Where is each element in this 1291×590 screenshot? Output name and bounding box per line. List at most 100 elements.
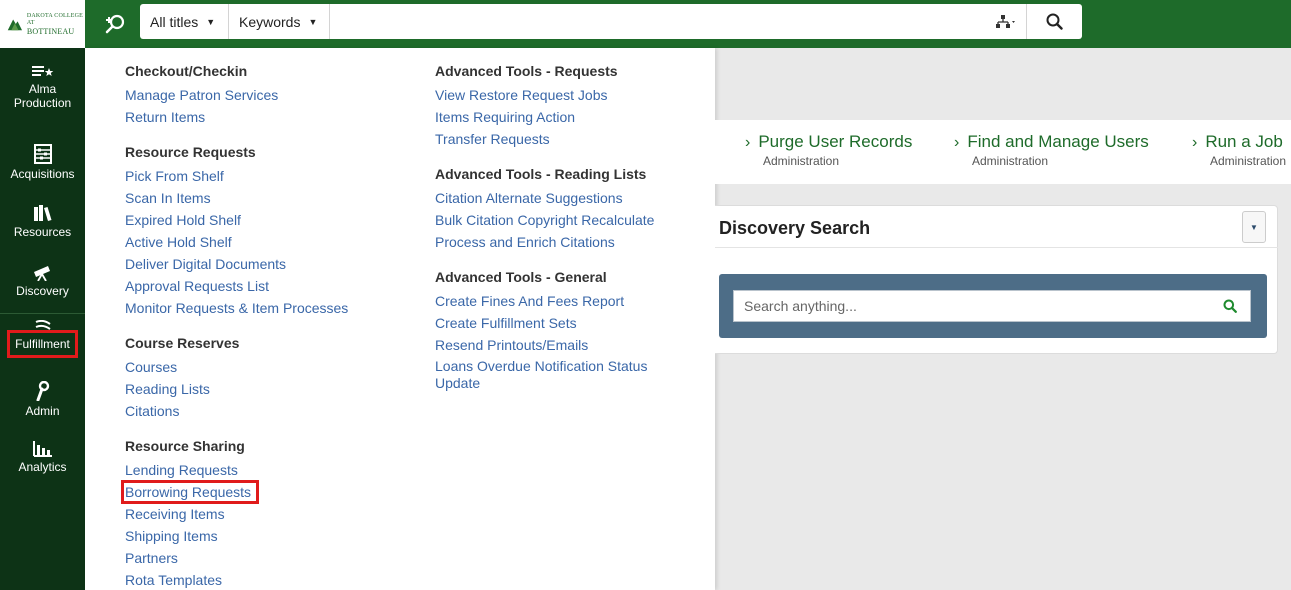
nav-item-acquisitions[interactable]: Acquisitions bbox=[0, 144, 85, 181]
menu-group-title: Course Reserves bbox=[125, 335, 240, 351]
menu-group-title: Advanced Tools - General bbox=[435, 269, 607, 285]
menu-item-citation-alternate-suggestions[interactable]: Citation Alternate Suggestions bbox=[435, 187, 654, 209]
menu-item-process-and-enrich-citations[interactable]: Process and Enrich Citations bbox=[435, 231, 654, 253]
menu-item-manage-patron-services[interactable]: Manage Patron Services bbox=[125, 84, 348, 106]
quick-link-run-a-job[interactable]: › Run a Job Administration bbox=[1192, 132, 1286, 169]
menu-item-borrowing-requests-label: Borrowing Requests bbox=[121, 480, 260, 504]
menu-item-monitor-requests[interactable]: Monitor Requests & Item Processes bbox=[125, 297, 348, 319]
books-icon bbox=[33, 205, 51, 221]
logo-text-line1: DAKOTA COLLEGE AT bbox=[26, 12, 83, 26]
menu-item-resend-printouts-emails[interactable]: Resend Printouts/Emails bbox=[435, 334, 654, 356]
nav-item-discovery[interactable]: Discovery bbox=[0, 265, 85, 298]
search-scope-dropdown[interactable]: All titles ▼ bbox=[140, 4, 229, 39]
advanced-search-icon bbox=[105, 14, 125, 34]
nav-label: Acquisitions bbox=[10, 167, 75, 181]
chevron-right-icon: › bbox=[1192, 134, 1198, 151]
quick-link-subtitle: Administration bbox=[972, 154, 1049, 168]
menu-item-courses[interactable]: Courses bbox=[125, 356, 348, 378]
menu-item-create-fines-and-fees-report[interactable]: Create Fines And Fees Report bbox=[435, 290, 654, 312]
search-field-dropdown[interactable]: Keywords ▼ bbox=[229, 4, 330, 39]
abacus-icon bbox=[33, 144, 52, 164]
quick-link-title: Run a Job bbox=[1205, 132, 1283, 151]
widget-title: Discovery Search bbox=[719, 218, 871, 238]
fulfillment-menu: Checkout/Checkin Manage Patron Services … bbox=[85, 48, 715, 590]
chevron-right-icon: › bbox=[745, 134, 751, 151]
quick-link-purge-user-records[interactable]: › Purge User Records Administration bbox=[745, 132, 912, 169]
widget-menu-button[interactable]: ▼ bbox=[1242, 211, 1266, 243]
menu-group-advanced-tools-requests: Advanced Tools - Requests View Restore R… bbox=[435, 62, 654, 150]
quick-link-subtitle: Administration bbox=[763, 154, 840, 168]
nav-label: Discovery bbox=[16, 284, 69, 298]
nav-item-admin[interactable]: Admin bbox=[0, 381, 85, 418]
search-scope-label: All titles bbox=[150, 13, 199, 30]
menu-item-expired-hold-shelf[interactable]: Expired Hold Shelf bbox=[125, 209, 348, 231]
nav-item-analytics[interactable]: Analytics bbox=[0, 441, 85, 474]
menu-item-citations[interactable]: Citations bbox=[125, 400, 348, 422]
menu-group-title: Resource Sharing bbox=[125, 438, 245, 454]
logo-text-line2: BOTTINEAU bbox=[26, 26, 75, 36]
search-bar: All titles ▼ Keywords ▼ bbox=[140, 4, 1082, 39]
logo-text: DAKOTA COLLEGE AT BOTTINEAU bbox=[27, 13, 85, 36]
menu-column-2: Advanced Tools - Requests View Restore R… bbox=[435, 62, 654, 407]
menu-column-1: Checkout/Checkin Manage Patron Services … bbox=[121, 62, 348, 590]
menu-item-rota-templates[interactable]: Rota Templates bbox=[125, 569, 348, 590]
menu-group-advanced-tools-reading-lists: Advanced Tools - Reading Lists Citation … bbox=[435, 165, 654, 253]
telescope-icon bbox=[33, 266, 50, 281]
institution-logo[interactable]: DAKOTA COLLEGE AT BOTTINEAU bbox=[0, 0, 85, 48]
chevron-right-icon: › bbox=[954, 134, 960, 151]
discovery-search-box bbox=[733, 290, 1251, 322]
search-icon bbox=[1223, 299, 1237, 313]
caret-down-icon: ▼ bbox=[1250, 222, 1258, 232]
search-field-label: Keywords bbox=[239, 13, 301, 30]
quick-links: › Purge User Records Administration › Find… bbox=[715, 120, 1291, 184]
chevron-down-icon: ▼ bbox=[206, 16, 216, 27]
nav-label: Analytics bbox=[18, 460, 67, 474]
menu-item-create-fulfillment-sets[interactable]: Create Fulfillment Sets bbox=[435, 312, 654, 334]
search-hierarchy-button[interactable] bbox=[987, 4, 1027, 39]
menu-item-approval-requests-list[interactable]: Approval Requests List bbox=[125, 275, 348, 297]
menu-item-loans-overdue-notification-status-update[interactable]: Loans Overdue Notification Status Update bbox=[435, 356, 654, 392]
menu-group-title: Resource Requests bbox=[125, 144, 256, 160]
star-list-icon bbox=[31, 66, 53, 76]
search-toggle-button[interactable] bbox=[100, 10, 130, 38]
menu-group-title: Checkout/Checkin bbox=[125, 63, 248, 79]
menu-item-receiving-items[interactable]: Receiving Items bbox=[125, 503, 348, 525]
menu-item-scan-in-items[interactable]: Scan In Items bbox=[125, 187, 348, 209]
menu-group-checkout-checkin: Checkout/Checkin Manage Patron Services … bbox=[125, 62, 348, 128]
sitemap-icon bbox=[995, 14, 1015, 28]
menu-item-pick-from-shelf[interactable]: Pick From Shelf bbox=[125, 165, 348, 187]
menu-item-view-restore-request-jobs[interactable]: View Restore Request Jobs bbox=[435, 84, 654, 106]
nav-item-alma-production[interactable]: Alma Production bbox=[0, 65, 85, 110]
menu-item-return-items[interactable]: Return Items bbox=[125, 106, 348, 128]
search-submit-button[interactable] bbox=[1027, 4, 1082, 39]
quick-link-subtitle: Administration bbox=[1210, 154, 1287, 168]
nav-item-fulfillment[interactable]: Fulfillment bbox=[0, 320, 85, 358]
discovery-search-input[interactable] bbox=[734, 291, 1210, 321]
nav-item-resources[interactable]: Resources bbox=[0, 205, 85, 239]
top-bar: DAKOTA COLLEGE AT BOTTINEAU All titles ▼… bbox=[0, 0, 1291, 48]
menu-item-shipping-items[interactable]: Shipping Items bbox=[125, 525, 348, 547]
menu-item-bulk-citation-copyright-recalculate[interactable]: Bulk Citation Copyright Recalculate bbox=[435, 209, 654, 231]
menu-group-course-reserves: Course Reserves Courses Reading Lists Ci… bbox=[125, 334, 348, 422]
wrench-icon bbox=[36, 381, 49, 401]
chevron-down-icon: ▼ bbox=[308, 16, 318, 27]
menu-item-deliver-digital-documents[interactable]: Deliver Digital Documents bbox=[125, 253, 348, 275]
menu-item-items-requiring-action[interactable]: Items Requiring Action bbox=[435, 106, 654, 128]
widget-divider bbox=[715, 247, 1278, 248]
menu-group-advanced-tools-general: Advanced Tools - General Create Fines An… bbox=[435, 268, 654, 392]
menu-item-transfer-requests[interactable]: Transfer Requests bbox=[435, 128, 654, 150]
search-input[interactable] bbox=[330, 4, 987, 39]
logo-mark-icon bbox=[7, 19, 23, 31]
quick-link-find-and-manage-users[interactable]: › Find and Manage Users Administration bbox=[954, 132, 1149, 169]
quick-link-title: Purge User Records bbox=[758, 132, 913, 151]
menu-item-partners[interactable]: Partners bbox=[125, 547, 348, 569]
search-icon bbox=[1046, 13, 1063, 30]
menu-item-active-hold-shelf[interactable]: Active Hold Shelf bbox=[125, 231, 348, 253]
menu-group-title: Advanced Tools - Reading Lists bbox=[435, 166, 647, 182]
nav-divider bbox=[0, 313, 85, 314]
menu-item-borrowing-requests[interactable]: Borrowing Requests bbox=[121, 480, 348, 504]
discovery-search-button[interactable] bbox=[1210, 291, 1250, 321]
menu-item-reading-lists[interactable]: Reading Lists bbox=[125, 378, 348, 400]
quick-link-title: Find and Manage Users bbox=[967, 132, 1149, 151]
menu-item-lending-requests[interactable]: Lending Requests bbox=[125, 459, 348, 481]
